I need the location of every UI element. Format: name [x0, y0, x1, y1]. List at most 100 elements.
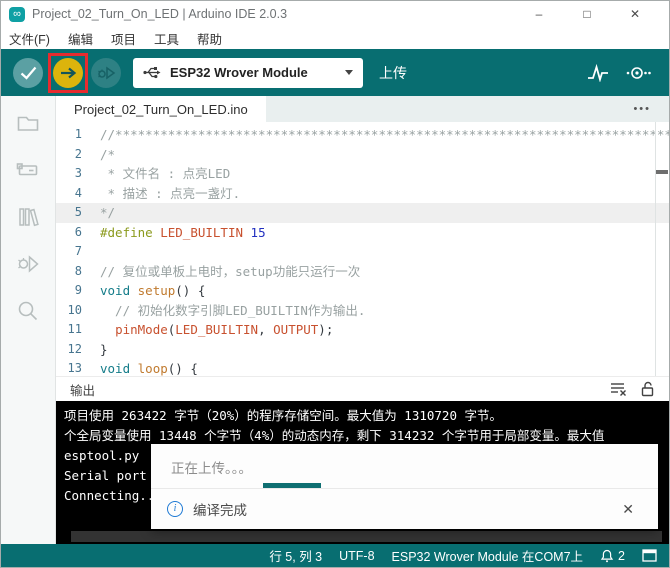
code-line: 8// 复位或单板上电时，setup功能只运行一次	[56, 262, 669, 282]
code-line: 12}	[56, 340, 669, 360]
selected-board-label: ESP32 Wrover Module	[170, 65, 308, 80]
sidebar-item-debug[interactable]	[13, 249, 43, 279]
sidebar-item-sketchbook[interactable]	[13, 108, 43, 138]
code-editor[interactable]: 1//*************************************…	[56, 122, 669, 376]
code-line: 9 void setup() {	[56, 281, 669, 301]
code-line: 11 pinMode(LED_BUILTIN, OUTPUT);	[56, 320, 669, 340]
serial-plotter-icon[interactable]	[587, 63, 609, 82]
upload-button[interactable]	[53, 57, 83, 88]
app-window: ∞ Project_02_Turn_On_LED | Arduino IDE 2…	[0, 0, 670, 568]
menu-item[interactable]: 编辑	[59, 29, 102, 48]
menu-item[interactable]: 文件(F)	[9, 29, 59, 48]
line-number: 6	[74, 224, 82, 239]
overview-ruler-mark	[656, 170, 668, 174]
code-line: 2/*	[56, 145, 669, 165]
toolbar-right-icons	[587, 63, 669, 82]
toggle-panel-button[interactable]	[642, 549, 657, 562]
line-number: 1	[74, 127, 82, 141]
menu-bar: 文件(F) 编辑 项目 工具 帮助	[1, 27, 669, 49]
line-number: 10	[67, 302, 82, 317]
menu-item[interactable]: 工具	[145, 29, 188, 48]
code-line: 5 */	[56, 203, 669, 223]
upload-progress-bar	[263, 483, 321, 488]
chevron-down-icon	[345, 70, 353, 75]
compile-done-notification: i 编译完成 ✕	[151, 488, 658, 529]
code-line: 13 void loop() {	[56, 359, 669, 376]
arduino-logo-icon: ∞	[9, 6, 25, 22]
upload-tooltip-label: 上传	[379, 64, 407, 81]
serial-monitor-icon[interactable]	[625, 65, 651, 81]
editor-scrollbar[interactable]	[655, 122, 656, 376]
code-line: 1//*************************************…	[56, 125, 669, 145]
encoding-indicator[interactable]: UTF-8	[339, 549, 374, 563]
notifications-indicator[interactable]: 2	[600, 549, 625, 563]
usb-plug-icon	[143, 67, 161, 79]
window-title: Project_02_Turn_On_LED | Arduino IDE 2.0…	[32, 7, 288, 21]
verify-button[interactable]	[13, 57, 43, 88]
activity-sidebar	[1, 96, 56, 544]
debug-button[interactable]	[91, 57, 121, 88]
debug-icon	[18, 255, 39, 273]
more-actions-icon[interactable]: •••	[633, 103, 669, 115]
status-bar: 行 5, 列 3 UTF-8 ESP32 Wrover Module 在COM7…	[1, 544, 669, 567]
line-number: 7	[74, 244, 82, 258]
console-line: 项目使用 263422 字节（20%）的程序存储空间。最大值为 1310720 …	[64, 408, 503, 423]
output-panel-header: 输出	[56, 376, 669, 401]
line-number: 11	[67, 322, 82, 336]
code-line: 3 * 文件名 : 点亮LED	[56, 164, 669, 184]
output-panel-icons	[610, 381, 655, 397]
toolbar: ESP32 Wrover Module 上传	[1, 49, 669, 96]
line-number: 13	[67, 361, 82, 375]
uploading-message: 正在上传。。。	[171, 461, 252, 476]
code-line: 10 // 初始化数字引脚LED_BUILTIN作为输出.	[56, 301, 669, 321]
sidebar-item-boards-manager[interactable]	[13, 155, 43, 185]
title-bar: ∞ Project_02_Turn_On_LED | Arduino IDE 2…	[1, 1, 669, 27]
code-line: 4 * 描述 : 点亮一盏灯.	[56, 184, 669, 204]
bell-icon	[600, 549, 614, 562]
line-number: 8	[74, 263, 82, 278]
annotation-highlight-box	[48, 52, 88, 93]
check-icon	[20, 66, 36, 80]
minimize-button[interactable]: –	[529, 7, 549, 21]
bug-play-icon	[98, 66, 116, 79]
uploading-notification: 正在上传。。。	[151, 444, 658, 488]
tab-bar: Project_02_Turn_On_LED.ino •••	[56, 96, 669, 122]
maximize-button[interactable]: □	[577, 7, 597, 21]
line-number: 3	[74, 166, 82, 180]
board-selector[interactable]: ESP32 Wrover Module	[133, 57, 363, 88]
clear-output-icon[interactable]	[610, 381, 627, 397]
notification-panel: 正在上传。。。 i 编译完成 ✕	[151, 444, 658, 529]
tab-label: Project_02_Turn_On_LED.ino	[74, 101, 248, 117]
line-number: 4	[74, 185, 82, 200]
notifications-count: 2	[618, 548, 625, 563]
close-notification-icon[interactable]: ✕	[622, 501, 642, 518]
menu-item[interactable]: 项目	[102, 29, 145, 48]
right-arrow-icon	[60, 67, 76, 78]
panel-layout-icon	[642, 549, 657, 562]
books-icon	[19, 208, 39, 227]
code-line: 7	[56, 242, 669, 262]
line-number: 2	[74, 146, 82, 161]
code-area: 1//*************************************…	[56, 125, 669, 376]
line-number: 5	[74, 205, 82, 219]
tab-sketch-file[interactable]: Project_02_Turn_On_LED.ino	[56, 96, 266, 122]
board-port-indicator[interactable]: ESP32 Wrover Module 在COM7上	[392, 546, 584, 565]
code-line: 6 #define LED_BUILTIN 15	[56, 223, 669, 243]
line-number: 12	[67, 341, 82, 356]
menu-item[interactable]: 帮助	[188, 29, 231, 48]
output-panel-title: 输出	[70, 383, 96, 398]
circuit-board-icon	[16, 163, 38, 176]
info-icon: i	[167, 501, 183, 517]
close-button[interactable]: ✕	[625, 7, 645, 21]
search-icon	[18, 301, 38, 321]
line-number: 9	[74, 283, 82, 297]
cursor-position[interactable]: 行 5, 列 3	[269, 546, 322, 565]
sidebar-item-search[interactable]	[13, 296, 43, 326]
compile-done-message: 编译完成	[193, 503, 247, 518]
folder-icon	[17, 116, 39, 131]
window-controls: – □ ✕	[529, 7, 661, 21]
sidebar-item-library-manager[interactable]	[13, 202, 43, 232]
unlock-scroll-icon[interactable]	[640, 381, 655, 397]
console-line: 个全局变量使用 13448 个字节（4%）的动态内存，剩下 314232 个字节…	[64, 428, 605, 443]
console-horizontal-scrollbar[interactable]	[71, 531, 662, 542]
